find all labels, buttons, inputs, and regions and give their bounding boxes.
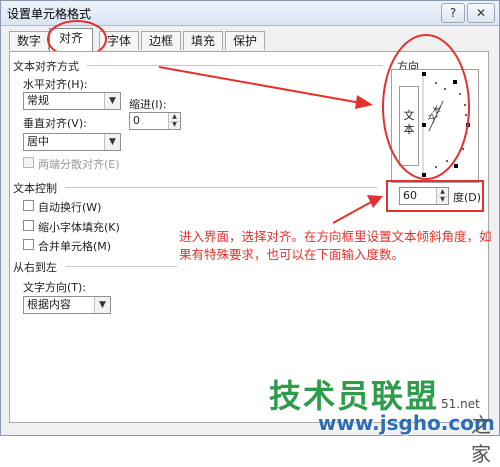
format-cells-dialog: 设置单元格格式 ? ✕ 数字 对齐 字体 边框 填充 保护 文本对齐方式 水平对…: [0, 0, 500, 466]
watermark-corner: 之家: [471, 413, 491, 466]
annotation-text: 进入界面，选择对齐。在方向框里设置文本倾斜角度，如果有特殊要求，也可以在下面输入…: [179, 229, 492, 262]
watermark-url: www.jsgho.com: [318, 411, 495, 435]
